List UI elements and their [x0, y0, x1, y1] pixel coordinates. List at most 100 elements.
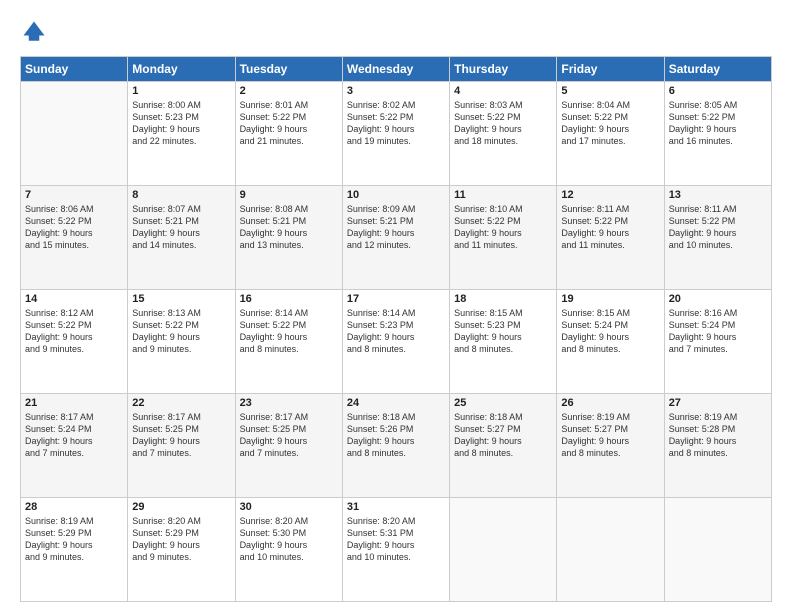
- weekday-wednesday: Wednesday: [342, 57, 449, 82]
- day-info: Sunrise: 8:07 AM Sunset: 5:21 PM Dayligh…: [132, 203, 230, 252]
- week-row-4: 21Sunrise: 8:17 AM Sunset: 5:24 PM Dayli…: [21, 394, 772, 498]
- day-info: Sunrise: 8:19 AM Sunset: 5:28 PM Dayligh…: [669, 411, 767, 460]
- day-info: Sunrise: 8:11 AM Sunset: 5:22 PM Dayligh…: [561, 203, 659, 252]
- day-info: Sunrise: 8:17 AM Sunset: 5:25 PM Dayligh…: [240, 411, 338, 460]
- day-cell: 12 Sunrise: 8:11 AM Sunset: 5:22 PM Dayli…: [557, 186, 664, 290]
- day-number: 17: [347, 293, 445, 305]
- day-number: 5: [561, 85, 659, 97]
- day-cell: 23 Sunrise: 8:17 AM Sunset: 5:25 PM Dayli…: [235, 394, 342, 498]
- week-row-5: 28 Sunrise: 8:19 AM Sunset: 5:29 PM Dayli…: [21, 498, 772, 602]
- day-cell: 16Sunrise: 8:14 AM Sunset: 5:22 PM Dayli…: [235, 290, 342, 394]
- day-info: Sunrise: 8:13 AM Sunset: 5:22 PM Dayligh…: [132, 307, 230, 356]
- day-number: 28: [25, 501, 123, 513]
- day-number: 23: [240, 397, 338, 409]
- day-number: 15: [132, 293, 230, 305]
- day-cell: 25Sunrise: 8:18 AM Sunset: 5:27 PM Dayli…: [450, 394, 557, 498]
- week-row-3: 14 Sunrise: 8:12 AM Sunset: 5:22 PM Dayli…: [21, 290, 772, 394]
- day-number: 26: [561, 397, 659, 409]
- day-cell: 22 Sunrise: 8:17 AM Sunset: 5:25 PM Dayli…: [128, 394, 235, 498]
- header: [20, 18, 772, 46]
- page: SundayMondayTuesdayWednesdayThursdayFrid…: [0, 0, 792, 612]
- weekday-tuesday: Tuesday: [235, 57, 342, 82]
- day-cell: 8 Sunrise: 8:07 AM Sunset: 5:21 PM Daylig…: [128, 186, 235, 290]
- day-number: 30: [240, 501, 338, 513]
- day-info: Sunrise: 8:16 AM Sunset: 5:24 PM Dayligh…: [669, 307, 767, 356]
- day-cell: 3Sunrise: 8:02 AM Sunset: 5:22 PM Daylig…: [342, 82, 449, 186]
- day-number: 14: [25, 293, 123, 305]
- day-info: Sunrise: 8:19 AM Sunset: 5:27 PM Dayligh…: [561, 411, 659, 460]
- day-number: 11: [454, 189, 552, 201]
- weekday-sunday: Sunday: [21, 57, 128, 82]
- calendar-table: SundayMondayTuesdayWednesdayThursdayFrid…: [20, 56, 772, 602]
- day-cell: [21, 82, 128, 186]
- day-info: Sunrise: 8:11 AM Sunset: 5:22 PM Dayligh…: [669, 203, 767, 252]
- day-cell: 4 Sunrise: 8:03 AM Sunset: 5:22 PM Daylig…: [450, 82, 557, 186]
- day-cell: 29 Sunrise: 8:20 AM Sunset: 5:29 PM Dayli…: [128, 498, 235, 602]
- day-number: 24: [347, 397, 445, 409]
- day-number: 13: [669, 189, 767, 201]
- day-info: Sunrise: 8:20 AM Sunset: 5:31 PM Dayligh…: [347, 515, 445, 564]
- day-cell: 10Sunrise: 8:09 AM Sunset: 5:21 PM Dayli…: [342, 186, 449, 290]
- weekday-saturday: Saturday: [664, 57, 771, 82]
- day-cell: 18 Sunrise: 8:15 AM Sunset: 5:23 PM Dayli…: [450, 290, 557, 394]
- day-info: Sunrise: 8:14 AM Sunset: 5:23 PM Dayligh…: [347, 307, 445, 356]
- weekday-friday: Friday: [557, 57, 664, 82]
- day-cell: [664, 498, 771, 602]
- day-cell: 30Sunrise: 8:20 AM Sunset: 5:30 PM Dayli…: [235, 498, 342, 602]
- day-info: Sunrise: 8:03 AM Sunset: 5:22 PM Dayligh…: [454, 99, 552, 148]
- day-number: 12: [561, 189, 659, 201]
- day-number: 8: [132, 189, 230, 201]
- day-number: 20: [669, 293, 767, 305]
- day-info: Sunrise: 8:17 AM Sunset: 5:25 PM Dayligh…: [132, 411, 230, 460]
- day-cell: 11 Sunrise: 8:10 AM Sunset: 5:22 PM Dayli…: [450, 186, 557, 290]
- day-info: Sunrise: 8:19 AM Sunset: 5:29 PM Dayligh…: [25, 515, 123, 564]
- week-row-1: 1 Sunrise: 8:00 AM Sunset: 5:23 PM Daylig…: [21, 82, 772, 186]
- day-info: Sunrise: 8:10 AM Sunset: 5:22 PM Dayligh…: [454, 203, 552, 252]
- day-cell: 27 Sunrise: 8:19 AM Sunset: 5:28 PM Dayli…: [664, 394, 771, 498]
- day-cell: 26 Sunrise: 8:19 AM Sunset: 5:27 PM Dayli…: [557, 394, 664, 498]
- weekday-header-row: SundayMondayTuesdayWednesdayThursdayFrid…: [21, 57, 772, 82]
- logo: [20, 18, 52, 46]
- day-cell: 24 Sunrise: 8:18 AM Sunset: 5:26 PM Dayli…: [342, 394, 449, 498]
- weekday-monday: Monday: [128, 57, 235, 82]
- day-info: Sunrise: 8:06 AM Sunset: 5:22 PM Dayligh…: [25, 203, 123, 252]
- day-info: Sunrise: 8:08 AM Sunset: 5:21 PM Dayligh…: [240, 203, 338, 252]
- day-number: 29: [132, 501, 230, 513]
- week-row-2: 7Sunrise: 8:06 AM Sunset: 5:22 PM Daylig…: [21, 186, 772, 290]
- day-cell: 28 Sunrise: 8:19 AM Sunset: 5:29 PM Dayli…: [21, 498, 128, 602]
- day-cell: 7Sunrise: 8:06 AM Sunset: 5:22 PM Daylig…: [21, 186, 128, 290]
- day-cell: [557, 498, 664, 602]
- day-number: 1: [132, 85, 230, 97]
- day-number: 31: [347, 501, 445, 513]
- day-info: Sunrise: 8:12 AM Sunset: 5:22 PM Dayligh…: [25, 307, 123, 356]
- day-number: 19: [561, 293, 659, 305]
- day-number: 27: [669, 397, 767, 409]
- day-number: 16: [240, 293, 338, 305]
- weekday-thursday: Thursday: [450, 57, 557, 82]
- day-number: 10: [347, 189, 445, 201]
- day-cell: 1 Sunrise: 8:00 AM Sunset: 5:23 PM Daylig…: [128, 82, 235, 186]
- day-info: Sunrise: 8:00 AM Sunset: 5:23 PM Dayligh…: [132, 99, 230, 148]
- day-info: Sunrise: 8:17 AM Sunset: 5:24 PM Dayligh…: [25, 411, 123, 460]
- day-number: 22: [132, 397, 230, 409]
- day-cell: 21Sunrise: 8:17 AM Sunset: 5:24 PM Dayli…: [21, 394, 128, 498]
- day-info: Sunrise: 8:15 AM Sunset: 5:23 PM Dayligh…: [454, 307, 552, 356]
- day-info: Sunrise: 8:20 AM Sunset: 5:29 PM Dayligh…: [132, 515, 230, 564]
- day-cell: 6 Sunrise: 8:05 AM Sunset: 5:22 PM Daylig…: [664, 82, 771, 186]
- day-cell: 13 Sunrise: 8:11 AM Sunset: 5:22 PM Dayli…: [664, 186, 771, 290]
- day-cell: 2Sunrise: 8:01 AM Sunset: 5:22 PM Daylig…: [235, 82, 342, 186]
- day-cell: 9Sunrise: 8:08 AM Sunset: 5:21 PM Daylig…: [235, 186, 342, 290]
- day-cell: [450, 498, 557, 602]
- day-info: Sunrise: 8:18 AM Sunset: 5:27 PM Dayligh…: [454, 411, 552, 460]
- day-number: 4: [454, 85, 552, 97]
- day-number: 6: [669, 85, 767, 97]
- day-info: Sunrise: 8:15 AM Sunset: 5:24 PM Dayligh…: [561, 307, 659, 356]
- day-cell: 14 Sunrise: 8:12 AM Sunset: 5:22 PM Dayli…: [21, 290, 128, 394]
- day-cell: 20 Sunrise: 8:16 AM Sunset: 5:24 PM Dayli…: [664, 290, 771, 394]
- day-info: Sunrise: 8:18 AM Sunset: 5:26 PM Dayligh…: [347, 411, 445, 460]
- logo-icon: [20, 18, 48, 46]
- day-info: Sunrise: 8:05 AM Sunset: 5:22 PM Dayligh…: [669, 99, 767, 148]
- day-number: 18: [454, 293, 552, 305]
- day-cell: 5Sunrise: 8:04 AM Sunset: 5:22 PM Daylig…: [557, 82, 664, 186]
- day-cell: 17 Sunrise: 8:14 AM Sunset: 5:23 PM Dayli…: [342, 290, 449, 394]
